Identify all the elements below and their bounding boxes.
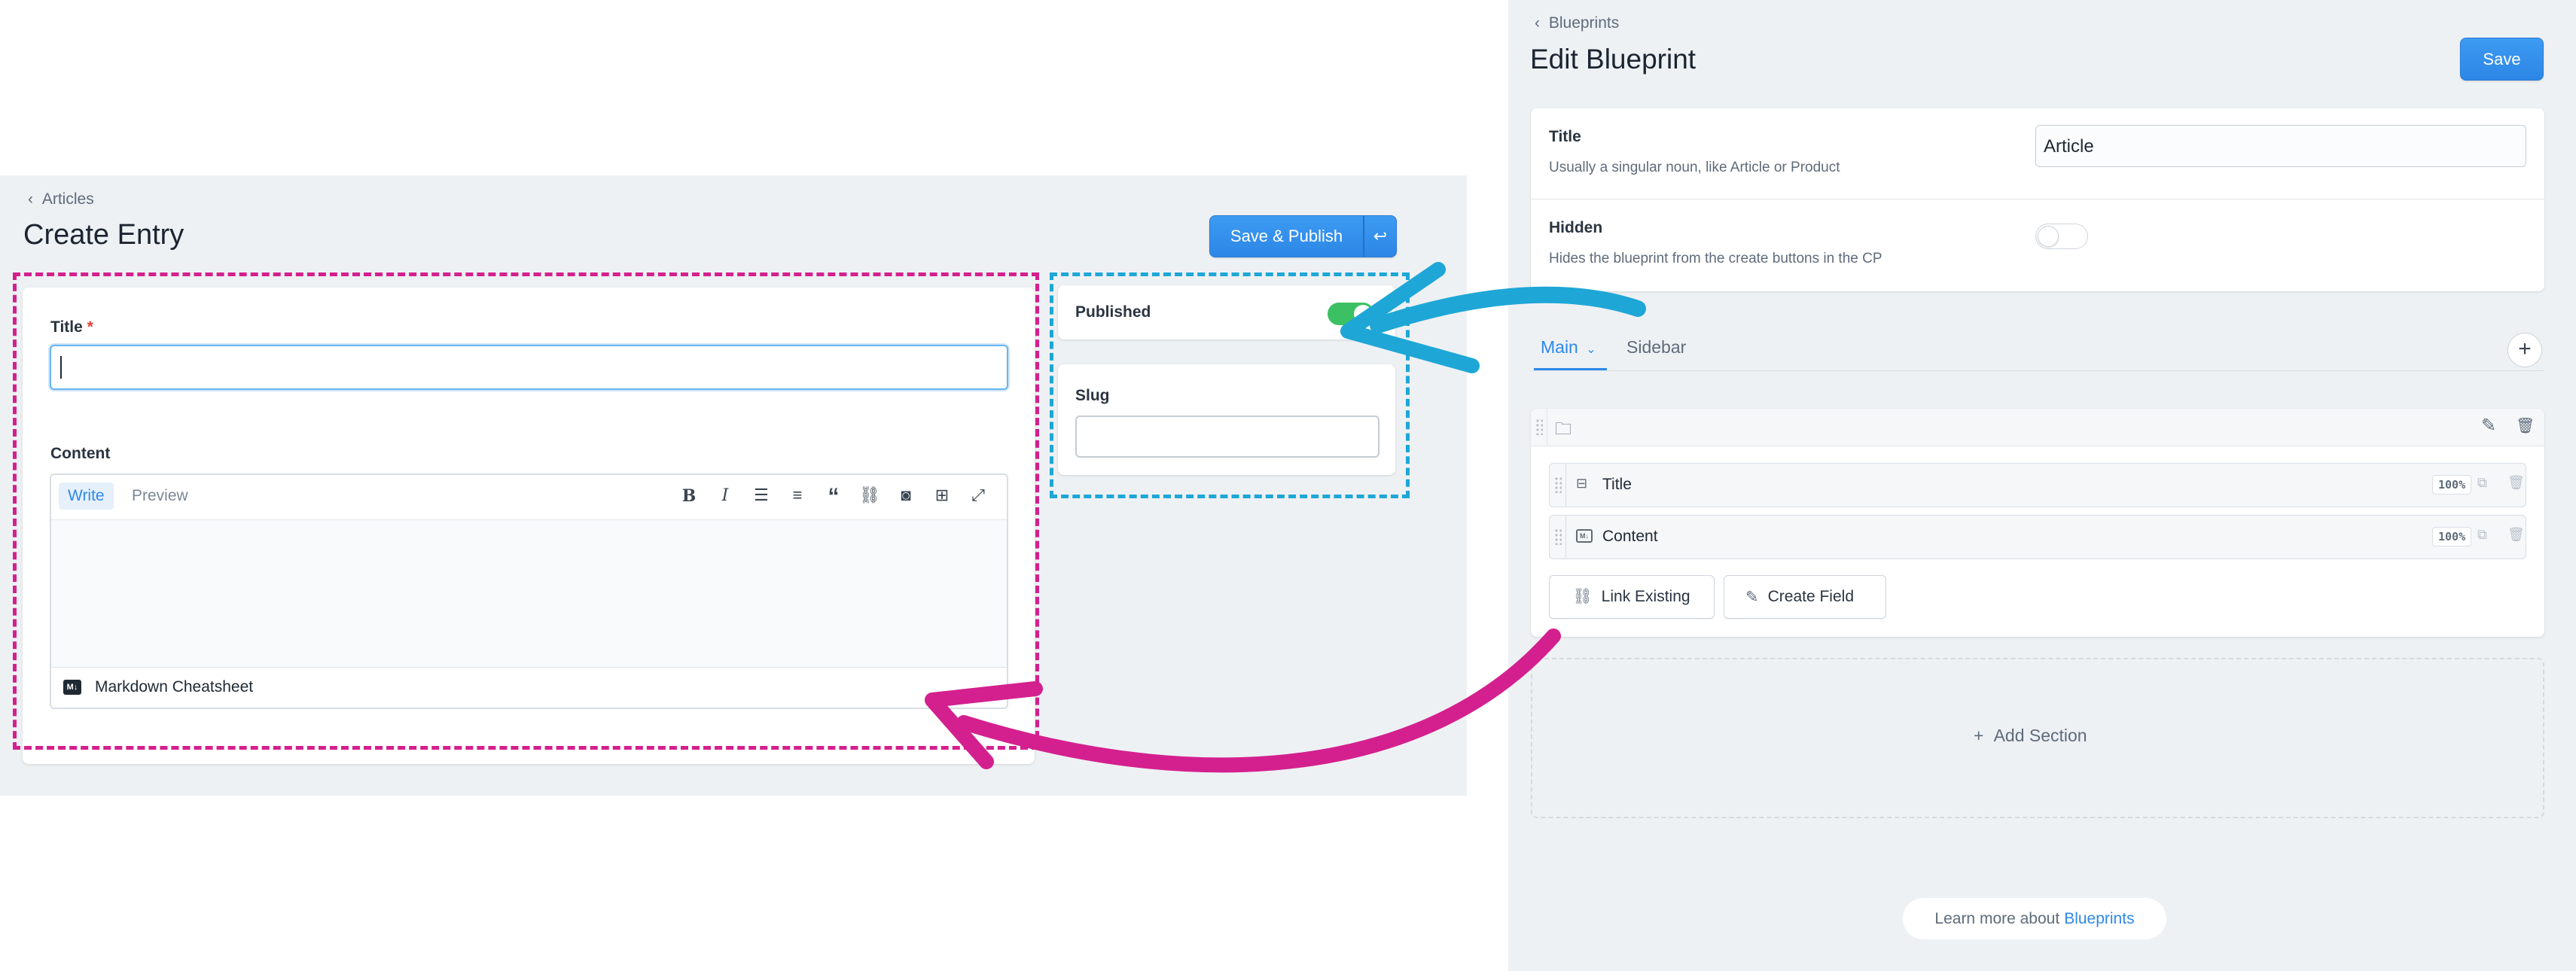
blue-arrow (1370, 286, 1646, 333)
annotation-arrows (925, 262, 1646, 773)
pink-arrow (956, 629, 1561, 773)
